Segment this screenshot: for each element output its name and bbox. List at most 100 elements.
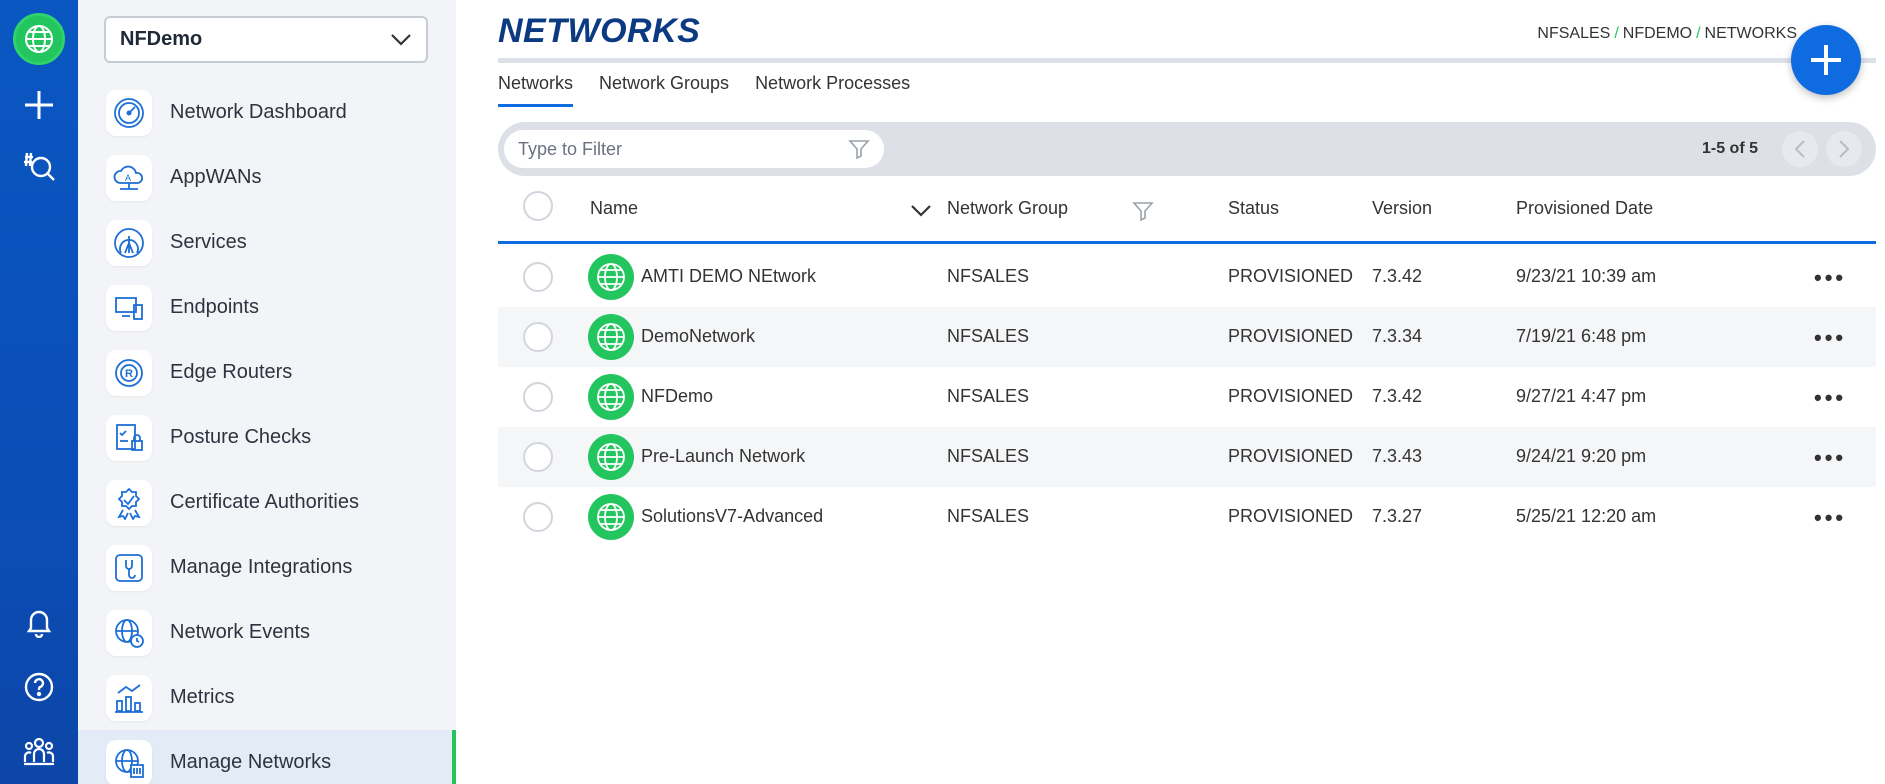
pagination-count: 1-5 of 5 xyxy=(1701,140,1758,157)
table-header: Name Network Group Status Version Provis… xyxy=(498,180,1876,244)
sidebar-item-network-dashboard[interactable]: Network Dashboard xyxy=(78,80,456,145)
cell-name[interactable]: AMTI DEMO NEtwork xyxy=(641,266,816,287)
chevron-down-icon xyxy=(391,33,411,46)
row-checkbox[interactable] xyxy=(523,502,553,532)
network-select[interactable]: NFDemo xyxy=(104,16,428,63)
tab-network-groups[interactable]: Network Groups xyxy=(599,73,729,107)
sidebar-item-metrics[interactable]: Metrics xyxy=(78,665,456,730)
column-header-status[interactable]: Status xyxy=(1228,198,1279,219)
cell-provisioned-date: 9/24/21 9:20 pm xyxy=(1516,446,1647,466)
row-actions-menu[interactable]: ••• xyxy=(1814,505,1846,531)
globe-logo-icon[interactable] xyxy=(13,13,65,65)
metrics-chart-icon xyxy=(106,674,152,721)
row-checkbox[interactable] xyxy=(523,382,553,412)
select-all-checkbox[interactable] xyxy=(523,191,553,221)
sidebar-item-label: Endpoints xyxy=(170,296,259,318)
breadcrumb-item[interactable]: NFSALES xyxy=(1537,25,1610,42)
cell-status: PROVISIONED xyxy=(1228,386,1354,406)
hash-search-icon[interactable] xyxy=(14,142,64,192)
cell-name[interactable]: Pre-Launch Network xyxy=(641,446,805,467)
endpoints-icon xyxy=(106,284,152,331)
cell-name[interactable]: DemoNetwork xyxy=(641,326,755,347)
plus-icon[interactable] xyxy=(14,80,64,130)
sidebar-item-label: Services xyxy=(170,231,247,253)
row-actions-menu[interactable]: ••• xyxy=(1814,445,1846,471)
cell-network-group: NFSALES xyxy=(947,326,1030,346)
table-body: AMTI DEMO NEtwork NFSALES PROVISIONED 7.… xyxy=(498,247,1876,547)
row-actions-menu[interactable]: ••• xyxy=(1814,265,1846,291)
cell-version: 7.3.34 xyxy=(1372,326,1423,346)
table-row[interactable]: Pre-Launch Network NFSALES PROVISIONED 7… xyxy=(498,427,1876,487)
cell-network-group: NFSALES xyxy=(947,386,1030,406)
sidebar-item-services[interactable]: Services xyxy=(78,210,456,275)
cell-status: PROVISIONED xyxy=(1228,326,1354,346)
table-row[interactable]: NFDemo NFSALES PROVISIONED 7.3.42 9/27/2… xyxy=(498,367,1876,427)
sidebar-item-endpoints[interactable]: Endpoints xyxy=(78,275,456,340)
cell-version: 7.3.42 xyxy=(1372,266,1423,286)
table-toolbar: 1-5 of 5 xyxy=(498,122,1876,176)
row-checkbox[interactable] xyxy=(523,262,553,292)
table-row[interactable]: DemoNetwork NFSALES PROVISIONED 7.3.34 7… xyxy=(498,307,1876,367)
add-network-button[interactable] xyxy=(1791,25,1861,95)
network-globe-icon xyxy=(588,254,634,300)
main-content: NETWORKS NFSALES / NFDEMO / NETWORKS Network… xyxy=(456,0,1885,784)
cell-version: 7.3.42 xyxy=(1372,386,1423,406)
sidebar-item-posture-checks[interactable]: Posture Checks xyxy=(78,405,456,470)
chevron-left-icon xyxy=(1794,140,1805,158)
next-page-button[interactable] xyxy=(1826,131,1862,167)
cell-name[interactable]: SolutionsV7-Advanced xyxy=(641,506,823,527)
row-checkbox[interactable] xyxy=(523,322,553,352)
cell-provisioned-date: 9/23/21 10:39 am xyxy=(1516,266,1657,286)
help-icon[interactable] xyxy=(14,662,64,712)
network-globe-icon xyxy=(588,314,634,360)
column-header-name[interactable]: Name xyxy=(590,198,638,219)
sidebar-item-manage-networks[interactable]: Manage Networks xyxy=(78,730,456,784)
chevron-right-icon xyxy=(1839,140,1850,158)
integrations-icon xyxy=(106,544,152,591)
svg-text:R: R xyxy=(125,368,133,380)
sidebar-item-label: Manage Integrations xyxy=(170,556,353,578)
sidebar-item-label: Network Dashboard xyxy=(170,101,347,123)
cell-name[interactable]: NFDemo xyxy=(641,386,713,407)
breadcrumb-item[interactable]: NFDEMO xyxy=(1623,25,1692,42)
svg-text:A: A xyxy=(125,173,131,183)
edge-router-icon: R xyxy=(106,349,152,396)
sidebar-item-edge-routers[interactable]: R Edge Routers xyxy=(78,340,456,405)
sidebar-item-network-events[interactable]: Network Events xyxy=(78,600,456,665)
column-header-version[interactable]: Version xyxy=(1372,198,1432,219)
cell-status: PROVISIONED xyxy=(1228,446,1354,466)
sidebar-item-certificate-authorities[interactable]: Certificate Authorities xyxy=(78,470,456,535)
column-header-network-group[interactable]: Network Group xyxy=(947,198,1068,219)
cell-network-group: NFSALES xyxy=(947,266,1030,286)
tab-networks[interactable]: Networks xyxy=(498,73,574,107)
network-events-icon xyxy=(106,609,152,656)
cell-version: 7.3.27 xyxy=(1372,506,1423,526)
row-actions-menu[interactable]: ••• xyxy=(1814,385,1846,411)
tab-network-processes[interactable]: Network Processes xyxy=(755,73,910,107)
prev-page-button[interactable] xyxy=(1782,131,1818,167)
column-header-provisioned-date[interactable]: Provisioned Date xyxy=(1516,198,1653,219)
sidebar-item-appwans[interactable]: A AppWANs xyxy=(78,145,456,210)
bell-icon[interactable] xyxy=(14,597,64,647)
table-row[interactable]: SolutionsV7-Advanced NFSALES PROVISIONED… xyxy=(498,487,1876,547)
table-row[interactable]: AMTI DEMO NEtwork NFSALES PROVISIONED 7.… xyxy=(498,247,1876,307)
certificate-icon xyxy=(106,479,152,526)
cell-status: PROVISIONED xyxy=(1228,506,1354,526)
filter-input[interactable] xyxy=(518,138,848,160)
team-icon[interactable] xyxy=(14,726,64,776)
sidebar-item-manage-integrations[interactable]: Manage Integrations xyxy=(78,535,456,600)
sort-chevron-down-icon[interactable] xyxy=(910,204,932,218)
sidebar-item-label: Network Events xyxy=(170,621,311,643)
filter-icon[interactable] xyxy=(848,138,870,160)
column-filter-icon[interactable] xyxy=(1132,200,1154,222)
cell-status: PROVISIONED xyxy=(1228,266,1354,286)
title-divider xyxy=(498,58,1876,63)
breadcrumb-item: NETWORKS xyxy=(1704,25,1797,42)
network-globe-icon xyxy=(588,374,634,420)
app-rail xyxy=(0,0,78,784)
page-title: NETWORKS xyxy=(498,12,701,50)
row-actions-menu[interactable]: ••• xyxy=(1814,325,1846,351)
row-checkbox[interactable] xyxy=(523,442,553,472)
dashboard-gauge-icon xyxy=(106,89,152,136)
sidebar-item-label: Certificate Authorities xyxy=(170,491,359,513)
